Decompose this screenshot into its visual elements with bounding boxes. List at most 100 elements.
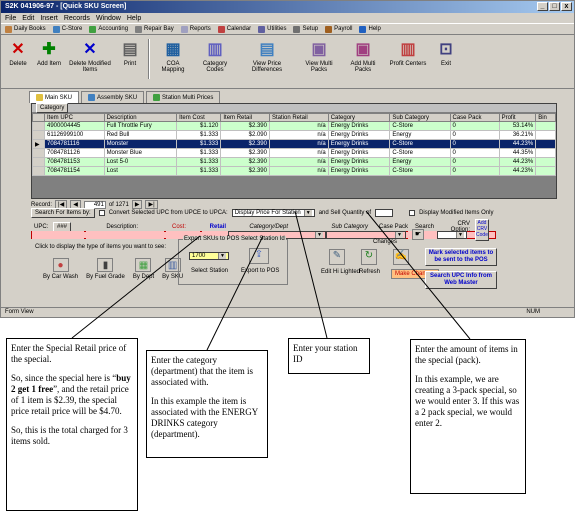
- cell-bin[interactable]: [535, 166, 556, 176]
- edit-highlighted-button[interactable]: ✎: [329, 249, 345, 265]
- menu-records[interactable]: Records: [64, 15, 90, 22]
- sub-category-select[interactable]: ▼: [326, 231, 406, 239]
- close-button[interactable]: x: [561, 2, 572, 11]
- quick-setup[interactable]: Setup: [293, 25, 318, 33]
- display-price-station-select[interactable]: Display Price For Station ▼: [231, 209, 315, 217]
- add-multi-packs-button[interactable]: ▣ Add Multi Packs: [341, 39, 385, 73]
- description-search-input[interactable]: [86, 231, 164, 239]
- category-codes-button[interactable]: ▥ Category Codes: [193, 39, 237, 73]
- cell-cat[interactable]: Energy Drinks: [327, 139, 391, 149]
- cell-desc[interactable]: Full Throttle Fury: [103, 121, 178, 131]
- cell-bin[interactable]: [535, 148, 556, 158]
- cell-profit[interactable]: 36.21%: [498, 130, 537, 140]
- cell-sub[interactable]: C-Store: [389, 139, 451, 149]
- cell-sub[interactable]: Energy: [389, 157, 451, 167]
- upc-search-input[interactable]: [32, 231, 84, 239]
- cell-profit[interactable]: 44.35%: [498, 148, 537, 158]
- cell-bin[interactable]: [535, 139, 556, 149]
- cell-cat[interactable]: Energy Drinks: [327, 148, 391, 158]
- table-row[interactable]: 7084781126 Monster Blue $1.333 $2.390 n/a Ene…: [32, 148, 556, 158]
- quick-repair-bay[interactable]: Repair Bay: [135, 25, 174, 33]
- quick-daily-books[interactable]: Daily Books: [5, 25, 46, 33]
- cell-station[interactable]: n/a: [268, 148, 329, 158]
- cell-retail[interactable]: $2.390: [220, 166, 270, 176]
- cell-upc[interactable]: 61126999100: [44, 130, 105, 140]
- cell-pack[interactable]: 0: [449, 148, 500, 158]
- cell-cost[interactable]: $1.333: [176, 139, 222, 149]
- row-indicator[interactable]: ▶: [32, 139, 45, 149]
- display-modified-checkbox[interactable]: [409, 210, 416, 216]
- cell-retail[interactable]: $2.390: [220, 121, 270, 131]
- col-item-upc[interactable]: Item UPC: [44, 113, 105, 122]
- cell-station[interactable]: n/a: [268, 121, 329, 131]
- print-button[interactable]: ▤ Print: [115, 39, 145, 67]
- search-upc-webmaster-button[interactable]: Search UPC Info from Web Master: [425, 271, 497, 289]
- quick-payroll[interactable]: Payroll: [325, 25, 352, 33]
- cell-upc[interactable]: 7084781153: [44, 157, 105, 167]
- cell-cost[interactable]: $1.333: [176, 148, 222, 158]
- add-crv-code-button[interactable]: Add CRV Code: [475, 219, 489, 241]
- menu-file[interactable]: File: [5, 15, 16, 22]
- cell-pack[interactable]: 0: [449, 157, 500, 167]
- col-item-retail[interactable]: Item Retail: [220, 113, 270, 122]
- filter-fuel-grade[interactable]: ▮ By Fuel Grade: [86, 258, 125, 280]
- cell-cat[interactable]: Energy Drinks: [327, 121, 391, 131]
- col-category[interactable]: Category: [327, 113, 391, 122]
- cell-station[interactable]: n/a: [268, 157, 329, 167]
- cell-desc[interactable]: Monster Blue: [103, 148, 178, 158]
- row-indicator[interactable]: [32, 130, 45, 140]
- cell-profit[interactable]: 44.23%: [498, 157, 537, 167]
- cell-sub[interactable]: C-Store: [389, 121, 451, 131]
- menu-insert[interactable]: Insert: [40, 15, 58, 22]
- cell-sub[interactable]: C-Store: [389, 148, 451, 158]
- cell-cost[interactable]: $1.333: [176, 130, 222, 140]
- col-station-retail[interactable]: Station Retail: [268, 113, 329, 122]
- cell-cat[interactable]: Energy Drinks: [327, 130, 391, 140]
- make-changes-icon-button[interactable]: ✍: [393, 249, 409, 265]
- cell-cat[interactable]: Energy Drinks: [327, 166, 391, 176]
- menu-edit[interactable]: Edit: [22, 15, 34, 22]
- cell-upc[interactable]: 4900004445: [44, 121, 105, 131]
- add-item-button[interactable]: ✚ Add Item: [33, 39, 65, 67]
- col-profit[interactable]: Profit: [498, 113, 537, 122]
- cell-station[interactable]: n/a: [268, 139, 329, 149]
- table-row[interactable]: 7084781153 Lost 5-0 $1.333 $2.390 n/a Energy …: [32, 157, 556, 167]
- col-case-pack[interactable]: Case Pack: [449, 113, 500, 122]
- delete-button[interactable]: ✕ Delete: [3, 39, 33, 67]
- sell-quantity-input[interactable]: [375, 209, 394, 217]
- cell-bin[interactable]: [535, 130, 556, 140]
- cell-upc[interactable]: 7084781154: [44, 166, 105, 176]
- coa-mapping-button[interactable]: ▦ COA Mapping: [153, 39, 193, 73]
- tab-assembly-sku[interactable]: Assembly SKU: [81, 91, 145, 103]
- table-row[interactable]: 61126999100 Red Bull $1.333 $2.090 n/a Energy…: [32, 130, 556, 140]
- cell-bin[interactable]: [535, 121, 556, 131]
- cell-bin[interactable]: [535, 157, 556, 167]
- crv-option-select[interactable]: ▼: [437, 231, 467, 239]
- quick-reports[interactable]: Reports: [180, 25, 211, 33]
- col-description[interactable]: Description: [103, 113, 178, 122]
- cell-station[interactable]: n/a: [268, 166, 329, 176]
- cell-cost[interactable]: $1.120: [176, 121, 222, 131]
- export-to-pos-button[interactable]: ⇪: [249, 248, 269, 264]
- cell-desc[interactable]: Red Bull: [103, 130, 178, 140]
- view-multi-packs-button[interactable]: ▣ View Multi Packs: [297, 39, 341, 73]
- tab-main-sku[interactable]: Main SKU: [29, 91, 80, 103]
- group-category-chip[interactable]: Category: [36, 103, 69, 113]
- cell-profit[interactable]: 44.23%: [498, 139, 537, 149]
- cell-retail[interactable]: $2.390: [220, 139, 270, 149]
- cell-sub[interactable]: Energy: [389, 130, 451, 140]
- cell-upc[interactable]: 7084781116: [44, 139, 105, 149]
- row-indicator[interactable]: [32, 157, 45, 167]
- mark-selected-button[interactable]: Mark selected items to be sent to the PO…: [425, 248, 497, 266]
- filter-dept[interactable]: ▦ By Dept: [133, 258, 154, 280]
- col-sub-category[interactable]: Sub Category: [389, 113, 451, 122]
- cell-profit[interactable]: 44.23%: [498, 166, 537, 176]
- exit-button[interactable]: ⊡ Exit: [431, 39, 461, 67]
- cell-cost[interactable]: $1.333: [176, 166, 222, 176]
- maximize-button[interactable]: □: [549, 2, 560, 11]
- quick-utilities[interactable]: Utilities: [258, 25, 286, 33]
- tab-station-multi-prices[interactable]: Station Multi Prices: [146, 91, 221, 103]
- col-bin[interactable]: Bin: [535, 113, 556, 122]
- quick-calendar[interactable]: Calendar: [217, 25, 251, 33]
- delete-modified-button[interactable]: ✕ Delete Modified Items: [65, 39, 115, 73]
